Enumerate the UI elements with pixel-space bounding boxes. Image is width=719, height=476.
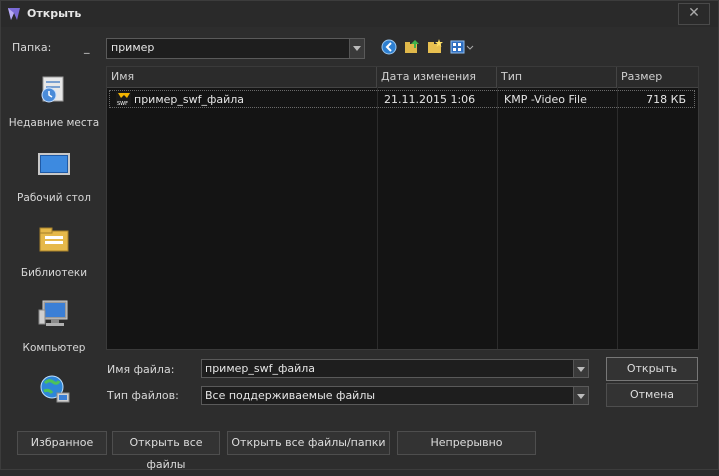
kmplayer-logo-icon: [8, 8, 20, 20]
place-libraries-label: Библиотеки: [20, 267, 88, 279]
column-header-type[interactable]: Тип: [497, 67, 617, 87]
view-menu-icon[interactable]: [450, 39, 474, 55]
filename-input[interactable]: пример_swf_файла: [201, 359, 589, 378]
close-button[interactable]: ✕: [678, 3, 710, 25]
place-desktop[interactable]: Рабочий стол: [7, 142, 101, 212]
file-list[interactable]: Имя Дата изменения Тип Размер SWF пример…: [106, 66, 699, 350]
continuous-button[interactable]: Непрерывно: [397, 431, 536, 455]
up-folder-icon[interactable]: [404, 39, 420, 55]
open-all-files-button[interactable]: Открыть все файлы: [112, 431, 220, 471]
network-icon: [40, 375, 70, 403]
place-computer-label: Компьютер: [22, 342, 86, 354]
folder-combo[interactable]: пример: [106, 38, 365, 59]
desktop-icon: [38, 153, 70, 175]
open-dialog: Открыть ✕ Папка: _ пример Недавние места…: [0, 0, 719, 471]
column-divider: [377, 87, 378, 349]
place-network[interactable]: [7, 367, 101, 437]
column-divider: [497, 87, 498, 349]
open-all-files-folders-button[interactable]: Открыть все файлы/папки: [227, 431, 390, 455]
file-modified: 21.11.2015 1:06: [384, 93, 476, 106]
file-row[interactable]: SWF пример_swf_файла 21.11.2015 1:06 KMP…: [109, 90, 695, 108]
folder-label: Папка:: [12, 41, 52, 54]
recent-places-icon: [41, 76, 64, 103]
libraries-icon: [39, 227, 69, 252]
swf-file-icon: SWF: [116, 92, 131, 106]
file-name: пример_swf_файла: [134, 93, 245, 106]
filetype-select-value: Все поддерживаемые файлы: [205, 389, 376, 402]
place-libraries[interactable]: Библиотеки: [7, 217, 101, 287]
folder-label-underscore: _: [84, 41, 90, 54]
open-button[interactable]: Открыть: [606, 357, 698, 381]
column-header-name[interactable]: Имя: [107, 67, 377, 87]
new-folder-icon[interactable]: [427, 39, 443, 55]
column-header-modified[interactable]: Дата изменения: [377, 67, 497, 87]
filetype-label: Тип файлов:: [107, 389, 179, 402]
place-desktop-label: Рабочий стол: [17, 192, 91, 204]
cancel-button[interactable]: Отмена: [606, 383, 698, 407]
filename-label: Имя файла:: [107, 363, 175, 376]
window-title: Открыть: [27, 7, 82, 20]
place-computer[interactable]: Компьютер: [7, 292, 101, 362]
column-divider: [617, 87, 618, 349]
favorites-button[interactable]: Избранное: [17, 431, 107, 455]
place-recent-label: Недавние места: [8, 117, 100, 129]
back-icon[interactable]: [381, 39, 397, 55]
folder-combo-value: пример: [111, 41, 155, 54]
chevron-down-icon[interactable]: [573, 360, 588, 377]
column-header-size[interactable]: Размер: [617, 67, 698, 87]
file-type: KMP -Video File: [504, 93, 587, 106]
file-list-header: Имя Дата изменения Тип Размер: [107, 67, 698, 88]
chevron-down-icon[interactable]: [349, 39, 364, 58]
computer-icon: [38, 300, 68, 326]
filename-input-value: пример_swf_файла: [205, 362, 316, 375]
title-bar[interactable]: Открыть ✕: [1, 1, 718, 27]
filetype-select[interactable]: Все поддерживаемые файлы: [201, 386, 589, 405]
place-recent[interactable]: Недавние места: [7, 67, 101, 137]
chevron-down-icon[interactable]: [573, 387, 588, 404]
svg-text:SWF: SWF: [117, 101, 128, 106]
file-size: 718 КБ: [646, 93, 686, 106]
